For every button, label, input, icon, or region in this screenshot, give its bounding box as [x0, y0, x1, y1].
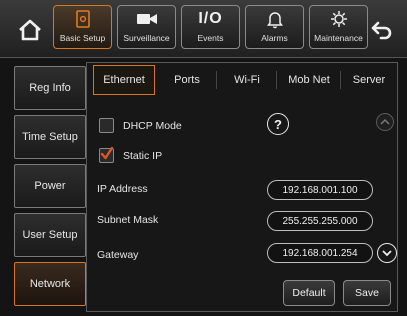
gateway-field[interactable]: 192.168.001.254 [267, 243, 373, 263]
subnet-mask-label: Subnet Mask [97, 214, 159, 226]
top-tab-label: Surveillance [123, 33, 170, 43]
nav-item-time-setup[interactable]: Time Setup [14, 115, 86, 159]
ip-address-label: IP Address [97, 183, 148, 195]
tab-label: Wi-Fi [234, 74, 260, 86]
nav-item-label: User Setup [22, 229, 78, 241]
dhcp-mode-label: DHCP Mode [123, 120, 182, 132]
back-button[interactable] [367, 16, 395, 44]
network-settings-panel: Ethernet Ports Wi-Fi Mob Net Server DHCP… [86, 62, 398, 312]
default-button-label: Default [292, 287, 326, 299]
nav-item-power[interactable]: Power [14, 164, 86, 208]
tab-divider [340, 71, 341, 89]
bell-icon [266, 12, 283, 29]
chevron-up-icon [380, 118, 390, 125]
tab-divider [276, 71, 277, 89]
top-tab-label: Maintenance [314, 33, 363, 43]
subnet-mask-field[interactable]: 255.255.255.000 [267, 211, 373, 231]
help-button[interactable]: ? [267, 113, 289, 135]
tab-label: Server [352, 74, 386, 86]
tab-server[interactable]: Server [342, 65, 396, 95]
nav-item-label: Network [29, 278, 71, 290]
chevron-down-icon [382, 250, 392, 257]
tab-ethernet[interactable]: Ethernet [93, 65, 155, 95]
tab-mob-net[interactable]: Mob Net [279, 65, 339, 95]
tab-label: Ethernet [103, 74, 145, 86]
static-ip-label: Static IP [123, 150, 163, 162]
home-button[interactable] [16, 16, 44, 44]
ip-address-field[interactable]: 192.168.001.100 [267, 180, 373, 200]
settings-page-icon [75, 10, 90, 28]
back-arrow-icon [371, 21, 392, 40]
checkmark-icon [100, 146, 114, 160]
tab-wifi[interactable]: Wi-Fi [219, 65, 275, 95]
save-button[interactable]: Save [343, 280, 391, 306]
top-tab-surveillance[interactable]: Surveillance [117, 5, 176, 49]
scroll-down-button[interactable] [377, 243, 397, 263]
tab-label: Ports [174, 74, 200, 86]
top-tab-maintenance[interactable]: Maintenance [309, 5, 368, 49]
nav-item-label: Power [34, 180, 66, 192]
nav-item-user-setup[interactable]: User Setup [14, 213, 86, 257]
tab-ports[interactable]: Ports [159, 65, 215, 95]
top-tab-events[interactable]: I/O Events [181, 5, 240, 49]
nav-item-label: Reg Info [29, 82, 71, 94]
gateway-label: Gateway [97, 249, 139, 261]
network-tabs: Ethernet Ports Wi-Fi Mob Net Server [87, 63, 397, 97]
top-tab-label: Basic Setup [59, 33, 106, 43]
nav-item-reg-info[interactable]: Reg Info [14, 66, 86, 110]
help-icon: ? [274, 116, 282, 132]
wrench-gear-icon [330, 11, 347, 27]
top-tab-label: Events [197, 33, 224, 43]
dhcp-mode-checkbox[interactable] [99, 118, 114, 133]
camera-icon [136, 14, 157, 24]
save-button-label: Save [355, 287, 379, 299]
top-tab-basic-setup[interactable]: Basic Setup [53, 5, 112, 49]
static-ip-checkbox[interactable] [99, 146, 114, 163]
tab-divider [216, 71, 217, 89]
home-icon [19, 19, 41, 41]
top-navigation-bar: Basic Setup Surveillance I/O Events Alar… [0, 0, 407, 58]
top-tab-label: Alarms [261, 33, 288, 43]
tab-label: Mob Net [288, 74, 330, 86]
top-tab-alarms[interactable]: Alarms [245, 5, 304, 49]
left-navigation: Reg Info Time Setup Power User Setup Net… [14, 62, 86, 312]
nav-item-label: Time Setup [22, 131, 78, 143]
scroll-up-button[interactable] [376, 113, 394, 131]
nav-item-network[interactable]: Network [14, 262, 86, 306]
default-button[interactable]: Default [283, 280, 335, 306]
io-icon: I/O [198, 10, 223, 27]
